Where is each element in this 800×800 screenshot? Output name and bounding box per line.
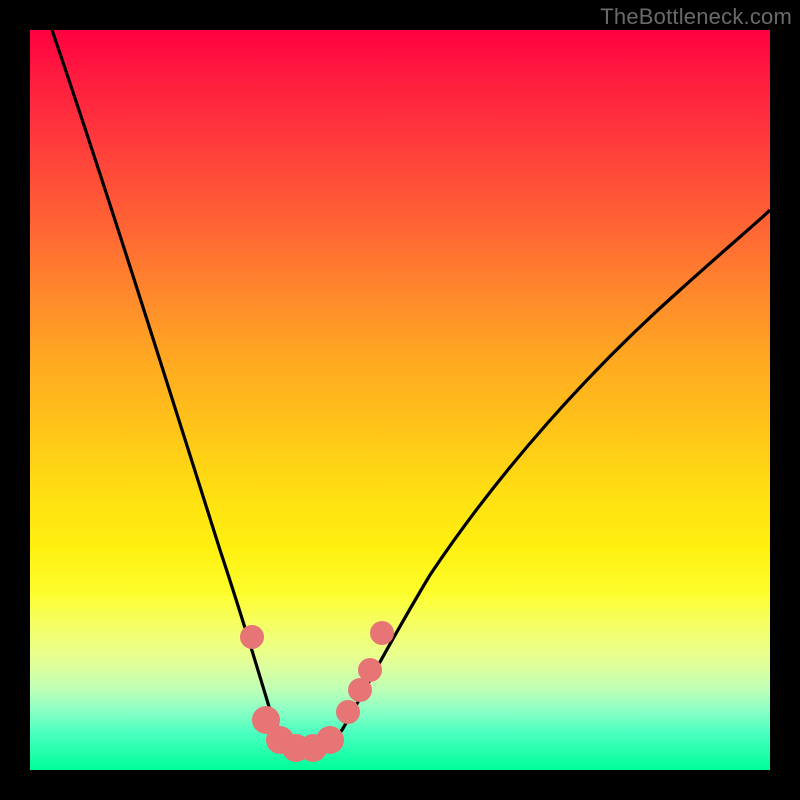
curve-layer — [30, 30, 770, 770]
bottleneck-curve — [52, 30, 770, 752]
marker-dot — [336, 700, 360, 724]
marker-dot — [240, 625, 264, 649]
marker-dot — [316, 726, 344, 754]
marker-dot — [370, 621, 394, 645]
marker-dot — [358, 658, 382, 682]
plot-area — [30, 30, 770, 770]
watermark-text: TheBottleneck.com — [600, 4, 792, 30]
chart-frame: TheBottleneck.com — [0, 0, 800, 800]
